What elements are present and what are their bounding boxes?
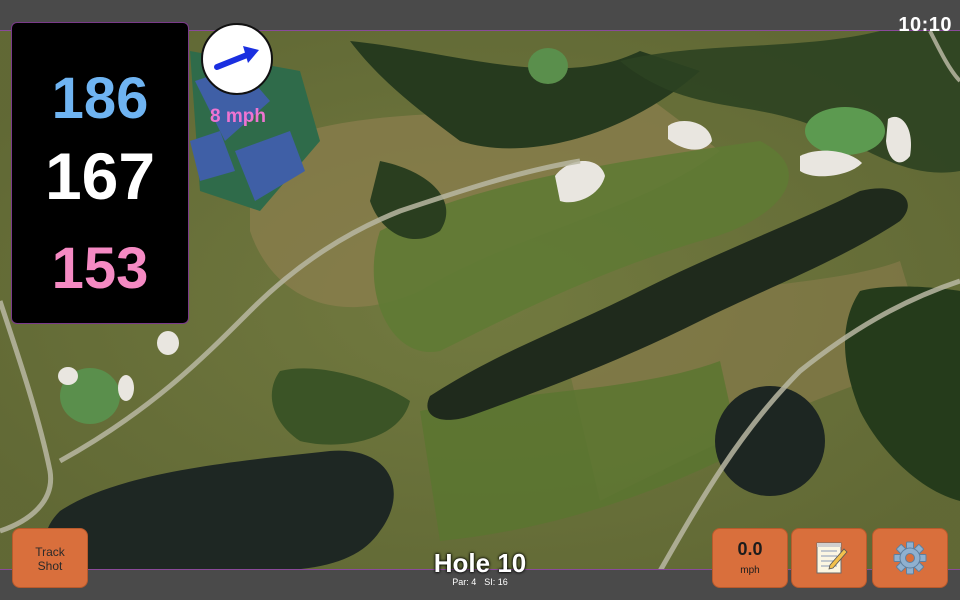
wind-speed-unit: mph xyxy=(740,565,760,576)
par-label: Par: 4 xyxy=(452,577,477,587)
hole-title: Hole 10 xyxy=(433,548,527,578)
distance-back: 186 xyxy=(51,66,149,131)
stroke-index-label: SI: 16 xyxy=(484,577,508,587)
wind-speed-label: 8 mph xyxy=(210,106,266,127)
wind-speed-button[interactable]: 0.0 mph xyxy=(712,528,788,588)
settings-button[interactable] xyxy=(872,528,948,588)
hole-info: Par: 4 SI: 16 xyxy=(380,577,580,587)
track-shot-label: Track Shot xyxy=(35,545,65,573)
distance-panel: 186 167 153 xyxy=(11,22,189,324)
track-shot-button[interactable]: Track Shot xyxy=(12,528,88,588)
gear-icon xyxy=(893,541,927,575)
clock: 10:10 xyxy=(898,14,952,36)
notepad-icon xyxy=(816,542,848,574)
wind-speed-value: 0.0 xyxy=(737,539,763,559)
wind-direction-arrow-icon xyxy=(214,46,259,70)
distance-middle: 167 xyxy=(44,139,156,213)
wind-indicator xyxy=(201,23,273,95)
notes-button[interactable] xyxy=(791,528,867,588)
distance-front: 153 xyxy=(51,236,149,301)
